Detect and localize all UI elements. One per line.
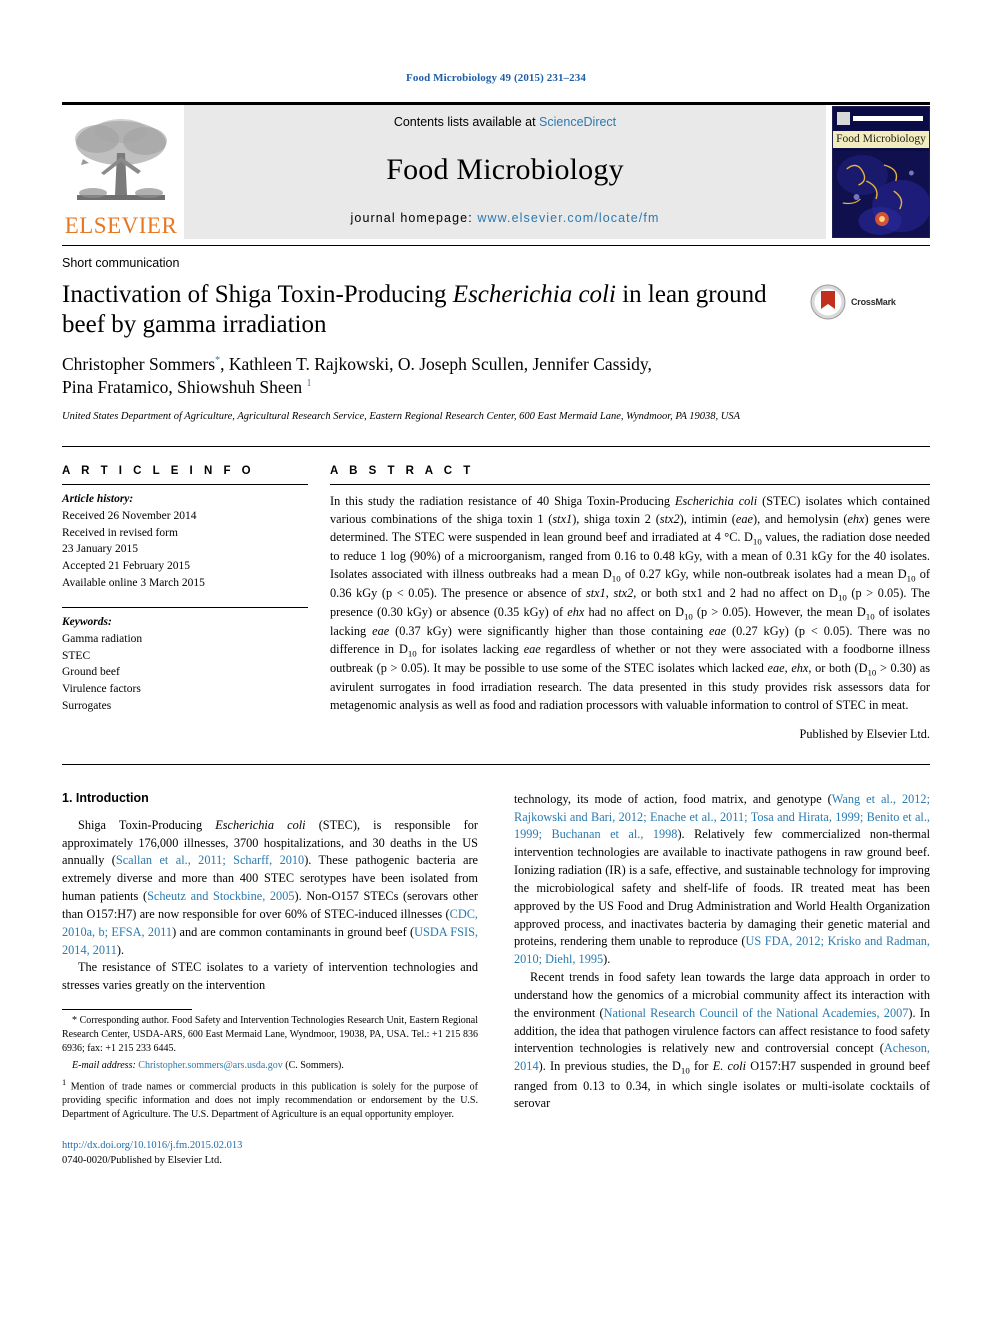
article-type-label: Short communication <box>62 256 180 270</box>
doi-link[interactable]: http://dx.doi.org/10.1016/j.fm.2015.02.0… <box>62 1140 242 1151</box>
email-address-label: E-mail address: <box>72 1060 136 1072</box>
journal-band: Contents lists available at ScienceDirec… <box>184 105 826 239</box>
journal-cover-thumbnail: Food Microbiology <box>832 106 930 238</box>
footnote-corresponding-text: * Corresponding author. Food Safety and … <box>62 1015 478 1054</box>
article-history-label: Article history: <box>62 493 134 506</box>
citation-scheutz-stockbine[interactable]: Scheutz and Stockbine, 2005 <box>147 889 294 903</box>
citation-national-research-council[interactable]: National Research Council of the Nationa… <box>604 1006 909 1020</box>
history-item-1: Received in revised form <box>62 526 178 539</box>
cover-elsevier-mark <box>837 112 850 125</box>
elsevier-tree-icon <box>75 119 167 200</box>
citation-wang-rajkowski-enache-tosa-benito-buchanan[interactable]: Wang et al., 2012; Rajkowski and Bari, 2… <box>514 792 930 842</box>
crossmark-badge[interactable]: CrossMark <box>810 280 930 320</box>
footnote-email: E-mail address: Christopher.sommers@ars.… <box>62 1059 478 1073</box>
info-abstract-section: A R T I C L E I N F O Article history: R… <box>62 465 930 741</box>
body-columns: 1. Introduction Shiga Toxin-Producing Es… <box>62 791 930 1169</box>
intro-paragraph-1: Shiga Toxin-Producing Escherichia coli (… <box>62 817 478 957</box>
issn-copyright-line: 0740-0020/Published by Elsevier Ltd. <box>62 1155 222 1167</box>
journal-masthead: ELSEVIER Contents lists available at Sci… <box>62 102 930 239</box>
body-column-right: technology, its mode of action, food mat… <box>514 791 930 1169</box>
authors-line2: Pina Fratamico, Shiowshuh Sheen <box>62 377 303 398</box>
footnote-corresponding-author: * Corresponding author. Food Safety and … <box>62 1014 478 1055</box>
email-address-link[interactable]: Christopher.sommers@ars.usda.gov <box>138 1060 282 1071</box>
article-history-block: Article history: Received 26 November 20… <box>62 485 308 591</box>
article-page: Food Microbiology 49 (2015) 231–234 ELSE… <box>62 0 930 1323</box>
page-title: Inactivation of Shiga Toxin-Producing Es… <box>62 280 810 339</box>
title-row: Inactivation of Shiga Toxin-Producing Es… <box>62 280 930 339</box>
abstract-text: In this study the radiation resistance o… <box>330 494 931 713</box>
keywords-label: Keywords: <box>62 616 112 629</box>
history-item-2: 23 January 2015 <box>62 543 139 556</box>
title-part-1: Inactivation of Shiga Toxin-Producing <box>62 281 453 308</box>
cover-journal-name: Food Microbiology <box>833 131 929 148</box>
body-column-left: 1. Introduction Shiga Toxin-Producing Es… <box>62 791 478 1169</box>
abstract-column: A B S T R A C T In this study the radiat… <box>330 465 930 741</box>
footnote-1: 1 Mention of trade names or commercial p… <box>62 1077 478 1122</box>
history-item-4: Available online 3 March 2015 <box>62 576 205 589</box>
footnote-1-text: Mention of trade names or commercial pro… <box>62 1081 478 1121</box>
crossmark-icon <box>810 284 846 320</box>
article-info-column: A R T I C L E I N F O Article history: R… <box>62 465 330 741</box>
keyword-1: STEC <box>62 649 91 662</box>
journal-title: Food Microbiology <box>386 153 624 186</box>
running-head: Food Microbiology 49 (2015) 231–234 <box>406 72 586 84</box>
abstract-top-rule <box>62 446 930 448</box>
citation-scallan-scharff[interactable]: Scallan et al., 2011; Scharff, 2010 <box>116 853 304 867</box>
intro-paragraph-2: The resistance of STEC isolates to a var… <box>62 960 478 993</box>
title-italic-species: Escherichia coli <box>452 281 616 308</box>
keywords-block: Keywords: Gamma radiation STEC Ground be… <box>62 608 308 714</box>
elsevier-logo: ELSEVIER <box>62 105 180 239</box>
email-address-suffix: (C. Sommers). <box>282 1060 344 1072</box>
citation-usfda-krisko-diehl[interactable]: US FDA, 2012; Krisko and Radman, 2010; D… <box>514 934 930 966</box>
journal-homepage-line: journal homepage: www.elsevier.com/locat… <box>351 211 660 225</box>
keyword-4: Surrogates <box>62 699 112 712</box>
sciencedirect-link[interactable]: ScienceDirect <box>539 115 616 129</box>
article-info-heading: A R T I C L E I N F O <box>62 465 255 478</box>
cover-top-bar <box>853 116 923 121</box>
footnote-1-marker[interactable]: 1 <box>307 378 312 389</box>
intro-paragraph-3: Recent trends in food safety lean toward… <box>514 970 930 1111</box>
contents-prefix: Contents lists available at <box>393 115 540 129</box>
introduction-heading: 1. Introduction <box>62 790 149 805</box>
abstract-heading: A B S T R A C T <box>330 465 475 478</box>
homepage-prefix: journal homepage: <box>350 211 478 225</box>
keyword-0: Gamma radiation <box>62 633 143 646</box>
keyword-2: Ground beef <box>62 666 120 679</box>
masthead-bottom-rule <box>62 245 930 246</box>
author-sommers: Christopher Sommers <box>62 354 216 374</box>
elsevier-wordmark: ELSEVIER <box>64 213 178 238</box>
history-item-3: Accepted 21 February 2015 <box>62 560 191 573</box>
keyword-3: Virulence factors <box>62 683 141 696</box>
page-footer: http://dx.doi.org/10.1016/j.fm.2015.02.0… <box>62 1138 478 1168</box>
crossmark-label: CrossMark <box>851 297 896 307</box>
abstract-bottom-rule <box>62 763 930 765</box>
contents-available-line: Contents lists available at ScienceDirec… <box>394 115 616 129</box>
author-affiliation: United States Department of Agriculture,… <box>62 411 741 423</box>
intro-paragraph-2-cont: technology, its mode of action, food mat… <box>514 791 930 967</box>
abstract-published-by: Published by Elsevier Ltd. <box>799 726 930 741</box>
footnote-separator <box>62 1009 192 1011</box>
homepage-url-link[interactable]: www.elsevier.com/locate/fm <box>477 211 659 225</box>
history-item-0: Received 26 November 2014 <box>62 510 197 523</box>
authors-line1-rest: , Kathleen T. Rajkowski, O. Joseph Scull… <box>220 354 652 374</box>
author-list: Christopher Sommers*, Kathleen T. Rajkow… <box>62 353 930 399</box>
cover-artwork <box>833 151 929 237</box>
